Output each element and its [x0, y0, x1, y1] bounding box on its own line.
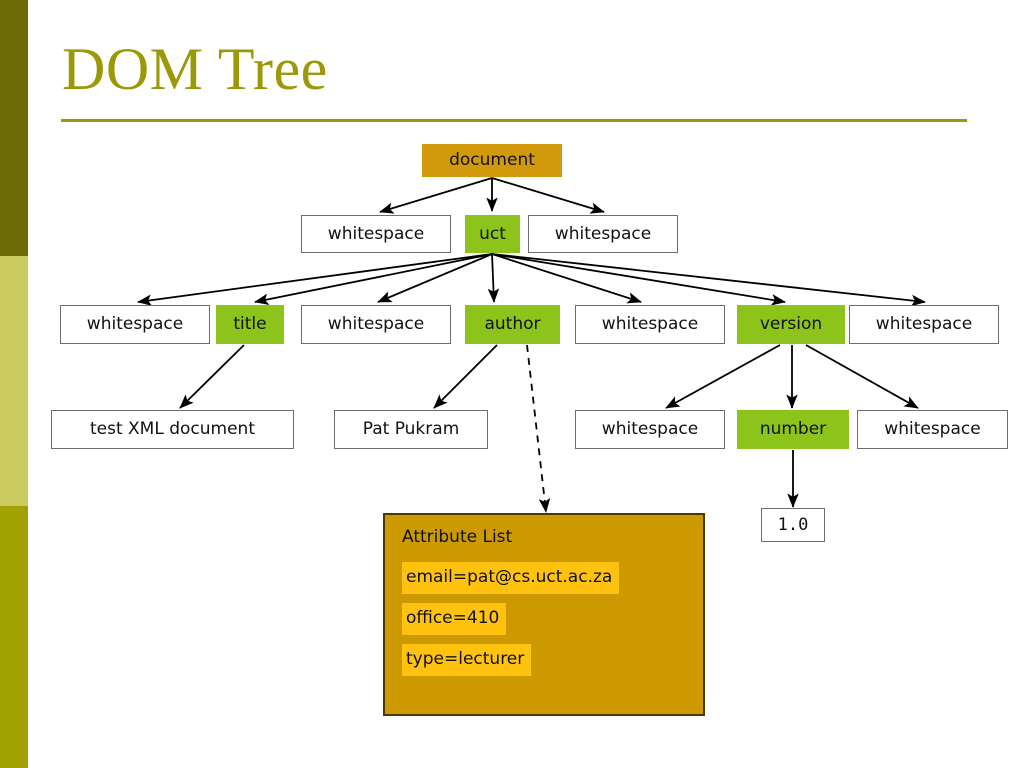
node-label: whitespace — [327, 223, 425, 244]
node-label: whitespace — [884, 419, 981, 439]
node-version-value[interactable]: 1.0 — [761, 508, 825, 542]
edge-uct-whitespace-4 — [491, 253, 926, 307]
node-test-xml-document[interactable]: test XML document — [51, 410, 294, 449]
node-label: 1.0 — [777, 514, 809, 535]
edge-uct-whitespace-1 — [137, 253, 493, 306]
edge-uct-title — [254, 253, 493, 305]
edge-uct-version — [491, 253, 786, 306]
attribute-row: office=410 — [402, 603, 703, 644]
node-whitespace-r3-2[interactable]: whitespace — [857, 410, 1008, 449]
node-label: whitespace — [86, 314, 184, 334]
attribute-item-office[interactable]: office=410 — [402, 603, 507, 635]
dom-tree-diagram: document whitespace uct whitespace white… — [0, 0, 1024, 768]
node-whitespace-r1-right[interactable]: whitespace — [528, 215, 678, 253]
node-author[interactable]: author — [465, 305, 560, 344]
edge-author-patpukram — [433, 344, 498, 409]
node-label: Pat Pukram — [362, 419, 460, 439]
node-whitespace-r3-1[interactable]: whitespace — [575, 410, 725, 449]
node-label: whitespace — [601, 419, 699, 439]
node-whitespace-r2-2[interactable]: whitespace — [301, 305, 451, 344]
attribute-list-heading: Attribute List — [402, 527, 513, 547]
node-number[interactable]: number — [737, 410, 849, 449]
node-document-label: document — [449, 150, 535, 170]
edge-title-testxml — [179, 344, 245, 409]
node-uct[interactable]: uct — [465, 215, 520, 253]
edge-version-whitespace-right — [805, 344, 919, 409]
node-version-label: version — [759, 314, 823, 334]
node-whitespace-r2-3[interactable]: whitespace — [575, 305, 725, 344]
node-title[interactable]: title — [216, 305, 284, 344]
attribute-row: email=pat@cs.uct.ac.za — [402, 562, 703, 603]
node-author-label: author — [484, 314, 541, 334]
node-title-label: title — [233, 314, 267, 334]
edge-version-whitespace-left — [665, 344, 781, 409]
attribute-item-type[interactable]: type=lecturer — [402, 644, 532, 676]
node-whitespace-r2-1[interactable]: whitespace — [60, 305, 210, 344]
node-label: whitespace — [601, 314, 699, 334]
node-label: test XML document — [89, 419, 255, 439]
edge-author-attribute-list — [526, 344, 551, 513]
attribute-item-email[interactable]: email=pat@cs.uct.ac.za — [402, 562, 620, 594]
slide: DOM Tree document whitespace uct whitesp… — [0, 0, 1024, 768]
edge-uct-whitespace-3 — [491, 253, 642, 304]
node-uct-label: uct — [479, 223, 506, 244]
edge-uct-author — [487, 253, 500, 303]
node-whitespace-r1-left[interactable]: whitespace — [301, 215, 451, 253]
edge-document-whitespace-left — [379, 177, 493, 214]
edge-document-whitespace-right — [491, 177, 605, 214]
node-label: whitespace — [554, 223, 652, 244]
node-pat-pukram[interactable]: Pat Pukram — [334, 410, 488, 449]
node-document[interactable]: document — [422, 144, 562, 177]
node-version[interactable]: version — [737, 305, 845, 344]
node-whitespace-r2-4[interactable]: whitespace — [849, 305, 999, 344]
edge-uct-whitespace-2 — [377, 253, 493, 303]
node-number-label: number — [759, 419, 827, 439]
node-label: whitespace — [327, 314, 425, 334]
attribute-list-panel[interactable]: Attribute List email=pat@cs.uct.ac.za of… — [383, 513, 705, 716]
attribute-row: type=lecturer — [402, 644, 703, 685]
node-label: whitespace — [875, 314, 973, 334]
